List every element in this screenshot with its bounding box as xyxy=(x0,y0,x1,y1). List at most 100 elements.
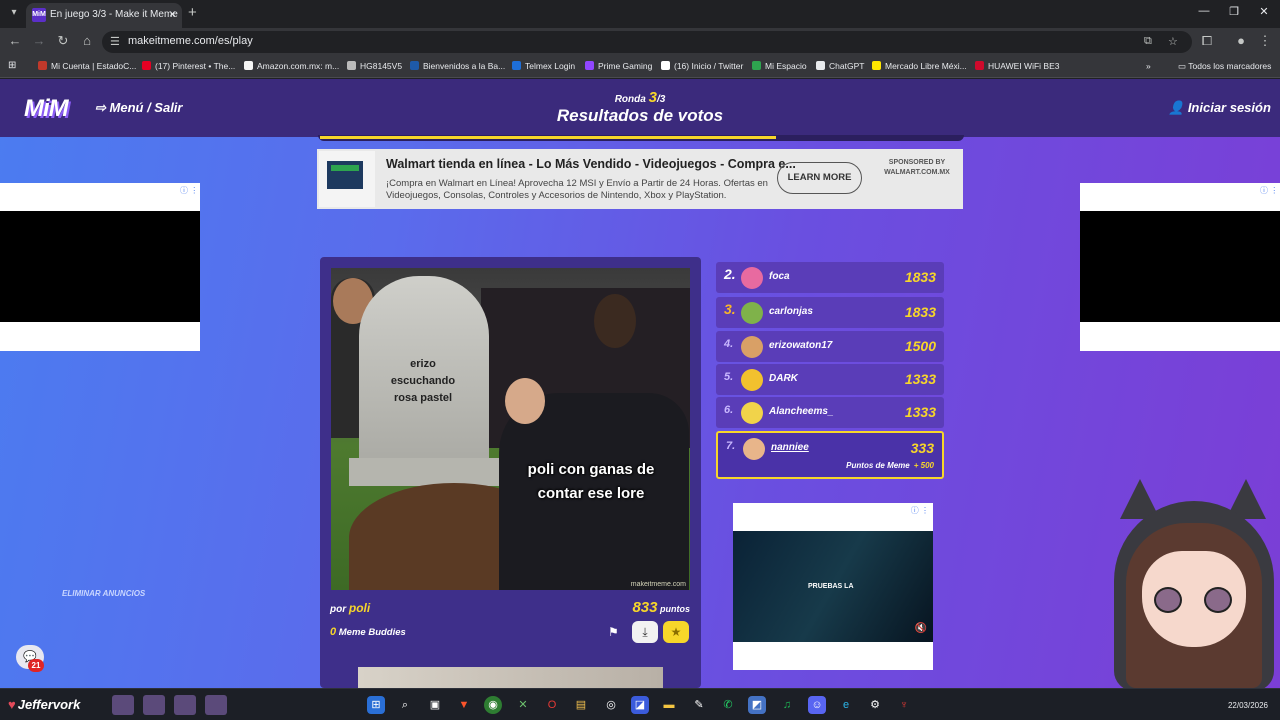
cast-icon[interactable]: ⧉ xyxy=(1144,35,1152,48)
player-name: Alancheems_ xyxy=(769,406,834,417)
emote-thumbnail xyxy=(143,695,165,715)
report-flag-icon[interactable]: ⚑ xyxy=(608,625,619,639)
tab-close-icon[interactable]: × xyxy=(169,7,176,21)
brave-icon[interactable]: ▼ xyxy=(455,696,473,714)
site-info-icon[interactable]: ☰ xyxy=(110,35,120,48)
emote-thumbnail xyxy=(112,695,134,715)
avatar xyxy=(741,302,763,324)
bookmark-item[interactable]: Telmex Login xyxy=(512,61,575,71)
browser-menu-icon[interactable]: ⋮ xyxy=(1256,33,1274,49)
player-score: 1333 xyxy=(904,371,936,387)
tab-title: En juego 3/3 - Make it Meme xyxy=(50,9,178,20)
forward-icon[interactable]: → xyxy=(30,33,48,48)
prime-gaming-icon xyxy=(585,61,594,70)
discord-icon[interactable]: ☺ xyxy=(808,696,826,714)
folder-icon: ▭ xyxy=(1178,61,1189,71)
bookmarks-folder[interactable]: ▭ Todos los marcadores xyxy=(1178,61,1271,72)
edge-icon[interactable]: e xyxy=(837,696,855,714)
profile-icon[interactable]: ● xyxy=(1232,33,1250,48)
reload-icon[interactable]: ↻ xyxy=(54,33,72,49)
chat-count-badge: 21 xyxy=(28,659,44,672)
chrome-icon[interactable]: ◉ xyxy=(484,696,502,714)
user-icon: 👤 xyxy=(1168,100,1188,115)
rank-number: 4. xyxy=(724,338,734,350)
mute-icon[interactable]: 🔇 xyxy=(915,623,927,634)
game-header: MiM ⇨ Menú / Salir Ronda 3/3 Resultados … xyxy=(0,79,1280,137)
ad-title[interactable]: Walmart tienda en línea - Lo Más Vendido… xyxy=(386,157,796,171)
chatgpt-icon xyxy=(816,61,825,70)
bookmark-item[interactable]: (17) Pinterest • The... xyxy=(142,61,235,71)
bookmark-item[interactable]: ChatGPT xyxy=(816,61,864,71)
bank-icon xyxy=(410,61,419,70)
remove-ads-link[interactable]: ELIMINAR ANUNCIOS xyxy=(62,589,145,598)
ad-info-icon[interactable]: ⓘ ⋮ xyxy=(180,185,198,196)
minimize-icon[interactable]: — xyxy=(1194,5,1214,17)
app-icon[interactable]: ♆ xyxy=(895,696,913,714)
address-bar[interactable]: ☰ makeitmeme.com/es/play ⧉ ☆ xyxy=(102,31,1192,53)
xbox-icon[interactable]: ✕ xyxy=(514,696,532,714)
new-tab-icon[interactable]: + xyxy=(188,4,197,21)
bookmark-item[interactable]: Mercado Libre Méxi... xyxy=(872,61,967,71)
restore-icon[interactable]: ❐ xyxy=(1224,5,1244,18)
ad-info-icon[interactable]: ⓘ ⋮ xyxy=(1260,185,1278,196)
save-meme-button[interactable]: ⤓ xyxy=(632,621,658,643)
bookmark-item[interactable]: HG8145V5 xyxy=(347,61,402,71)
home-icon[interactable]: ⌂ xyxy=(78,33,96,48)
bookmark-item[interactable]: Bienvenidos a la Ba... xyxy=(410,61,505,71)
task-view-icon[interactable]: ▣ xyxy=(426,696,444,714)
more-bookmarks-icon[interactable]: » xyxy=(1146,61,1151,71)
meme-image: erizo escuchando rosa pastel poli con ga… xyxy=(331,268,690,590)
leaderboard-row: 3. carlonjas 1833 xyxy=(716,297,944,328)
left-side-ad[interactable]: ⓘ ⋮ xyxy=(0,183,200,351)
favorite-meme-button[interactable]: ★ xyxy=(663,621,689,643)
tab-favicon: MiM xyxy=(32,8,46,22)
search-icon[interactable]: ⌕ xyxy=(396,696,414,714)
meme-watermark: makeitmeme.com xyxy=(630,581,686,588)
download-icon: ⤓ xyxy=(642,625,648,639)
login-button[interactable]: 👤 Iniciar sesión xyxy=(1168,100,1271,116)
close-window-icon[interactable]: ✕ xyxy=(1254,5,1274,18)
store-icon[interactable]: ▤ xyxy=(572,696,590,714)
leaderboard-row-current-player: 7. nanniee 333 Puntos de Meme + 500 xyxy=(716,431,944,479)
player-score: 1333 xyxy=(904,404,936,420)
browser-tab-active[interactable]: MiM En juego 3/3 - Make it Meme × xyxy=(26,3,182,28)
ad-info-icon[interactable]: ⓘ ⋮ xyxy=(911,505,929,516)
start-menu-icon[interactable]: ⊞ xyxy=(367,696,385,714)
file-explorer-icon[interactable]: ▬ xyxy=(660,696,678,714)
bookmarks-bar: ⊞ Mi Cuenta | EstadoC... (17) Pinterest … xyxy=(0,56,1280,78)
game-page: MiM ⇨ Menú / Salir Ronda 3/3 Resultados … xyxy=(0,79,1280,688)
bookmark-item[interactable]: Prime Gaming xyxy=(585,61,652,71)
bookmark-item[interactable]: HUAWEI WiFi BE3 xyxy=(975,61,1059,71)
bookmark-star-icon[interactable]: ☆ xyxy=(1168,35,1178,48)
tab-search-icon[interactable]: ▾ xyxy=(6,5,22,21)
bookmark-item[interactable]: (16) Inicio / Twitter xyxy=(661,61,743,71)
learn-more-button[interactable]: LEARN MORE xyxy=(777,162,862,194)
ad-sponsor: SPONSORED BY WALMART.COM.MX xyxy=(884,159,950,176)
top-ad-banner[interactable]: Walmart tienda en línea - Lo Más Vendido… xyxy=(317,149,963,209)
obs-icon[interactable]: ◎ xyxy=(602,696,620,714)
paint-icon[interactable]: ✎ xyxy=(690,696,708,714)
photos-icon[interactable]: ◪ xyxy=(631,696,649,714)
app-icon[interactable]: ◩ xyxy=(748,696,766,714)
spotify-icon[interactable]: ♫ xyxy=(778,696,796,714)
extensions-icon[interactable]: ⧠ xyxy=(1198,33,1216,49)
ad-video-area[interactable] xyxy=(0,211,200,322)
whatsapp-icon[interactable]: ✆ xyxy=(719,696,737,714)
url-text[interactable]: makeitmeme.com/es/play xyxy=(128,35,253,47)
rank-number: 5. xyxy=(724,371,734,383)
star-icon: ★ xyxy=(670,625,682,639)
player-name[interactable]: nanniee xyxy=(771,442,809,453)
settings-icon[interactable]: ⚙ xyxy=(866,696,884,714)
ad-video-area[interactable] xyxy=(1080,211,1280,322)
bookmark-item[interactable]: Mi Cuenta | EstadoC... xyxy=(38,61,136,71)
opera-icon[interactable]: O xyxy=(543,696,561,714)
apps-grid-icon[interactable]: ⊞ xyxy=(8,60,16,71)
right-side-ad[interactable]: ⓘ ⋮ xyxy=(1080,183,1280,351)
back-icon[interactable]: ← xyxy=(6,33,24,48)
bookmark-item[interactable]: Amazon.com.mx: m... xyxy=(244,61,339,71)
leaderboard-row: 2. foca 1833 xyxy=(716,262,944,293)
bookmark-item[interactable]: Mi Espacio xyxy=(752,61,807,71)
player-name: carlonjas xyxy=(769,306,813,317)
next-meme-preview xyxy=(358,667,663,688)
video-ad[interactable]: ⓘ ⋮ PRUEBAS LA 🔇 xyxy=(733,503,933,670)
